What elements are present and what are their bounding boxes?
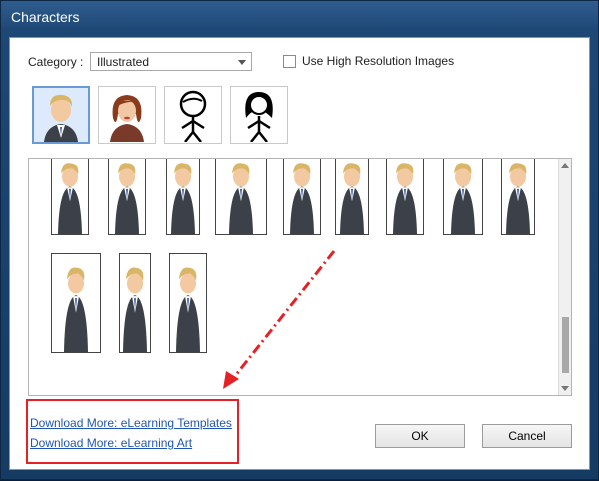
character-style-list (32, 86, 288, 144)
businessman-icon (44, 94, 78, 142)
annotation-highlight-box (26, 399, 239, 464)
businessman-icon (451, 163, 475, 234)
pose-thumbnail[interactable] (215, 159, 267, 235)
pose-thumbnail[interactable] (169, 253, 207, 353)
style-stick-man[interactable] (164, 86, 222, 144)
window-title: Characters (11, 9, 80, 25)
category-dropdown[interactable]: Illustrated (90, 52, 252, 71)
businessman-icon (229, 163, 253, 234)
businessman-icon (176, 267, 200, 352)
pose-thumbnail[interactable] (51, 159, 89, 235)
stick-woman-icon (245, 92, 273, 142)
scrollbar-thumb[interactable] (562, 317, 569, 373)
pose-thumbnail[interactable] (51, 253, 101, 353)
ok-button[interactable]: OK (375, 424, 465, 448)
businessman-icon (115, 163, 139, 234)
businesswoman-icon (110, 95, 144, 142)
pose-thumbnail[interactable] (166, 159, 200, 235)
gallery-scrollbar[interactable] (558, 159, 571, 395)
characters-dialog: Characters Category : Illustrated Use Hi… (0, 0, 599, 480)
businessman-icon (290, 163, 314, 234)
businessman-icon (123, 267, 147, 352)
hires-label: Use High Resolution Images (302, 54, 455, 68)
category-label: Category : (28, 55, 84, 69)
dialog-body: Category : Illustrated Use High Resoluti… (9, 37, 590, 470)
businessman-icon (340, 163, 364, 234)
pose-thumbnail[interactable] (283, 159, 321, 235)
businessman-icon (64, 267, 88, 352)
style-illustrated-man[interactable] (32, 86, 90, 144)
stick-man-icon (179, 90, 207, 142)
hires-checkbox[interactable] (283, 54, 296, 68)
businessman-icon (171, 163, 195, 234)
style-stick-woman[interactable] (230, 86, 288, 144)
chevron-down-icon (238, 60, 246, 65)
pose-thumbnail[interactable] (108, 159, 146, 235)
cancel-button[interactable]: Cancel (482, 424, 572, 448)
scroll-up-icon[interactable] (561, 163, 569, 168)
pose-gallery[interactable] (28, 158, 572, 396)
pose-thumbnail[interactable] (335, 159, 369, 235)
scroll-down-icon[interactable] (561, 386, 569, 391)
pose-thumbnail[interactable] (386, 159, 424, 235)
pose-thumbnail[interactable] (501, 159, 535, 235)
pose-thumbnail[interactable] (119, 253, 151, 353)
businessman-icon (58, 163, 82, 234)
hires-option[interactable]: Use High Resolution Images (283, 54, 454, 68)
style-illustrated-woman[interactable] (98, 86, 156, 144)
pose-thumbnail[interactable] (443, 159, 483, 235)
businessman-icon (506, 163, 530, 234)
businessman-icon (393, 163, 417, 234)
category-selected-value: Illustrated (97, 55, 150, 69)
